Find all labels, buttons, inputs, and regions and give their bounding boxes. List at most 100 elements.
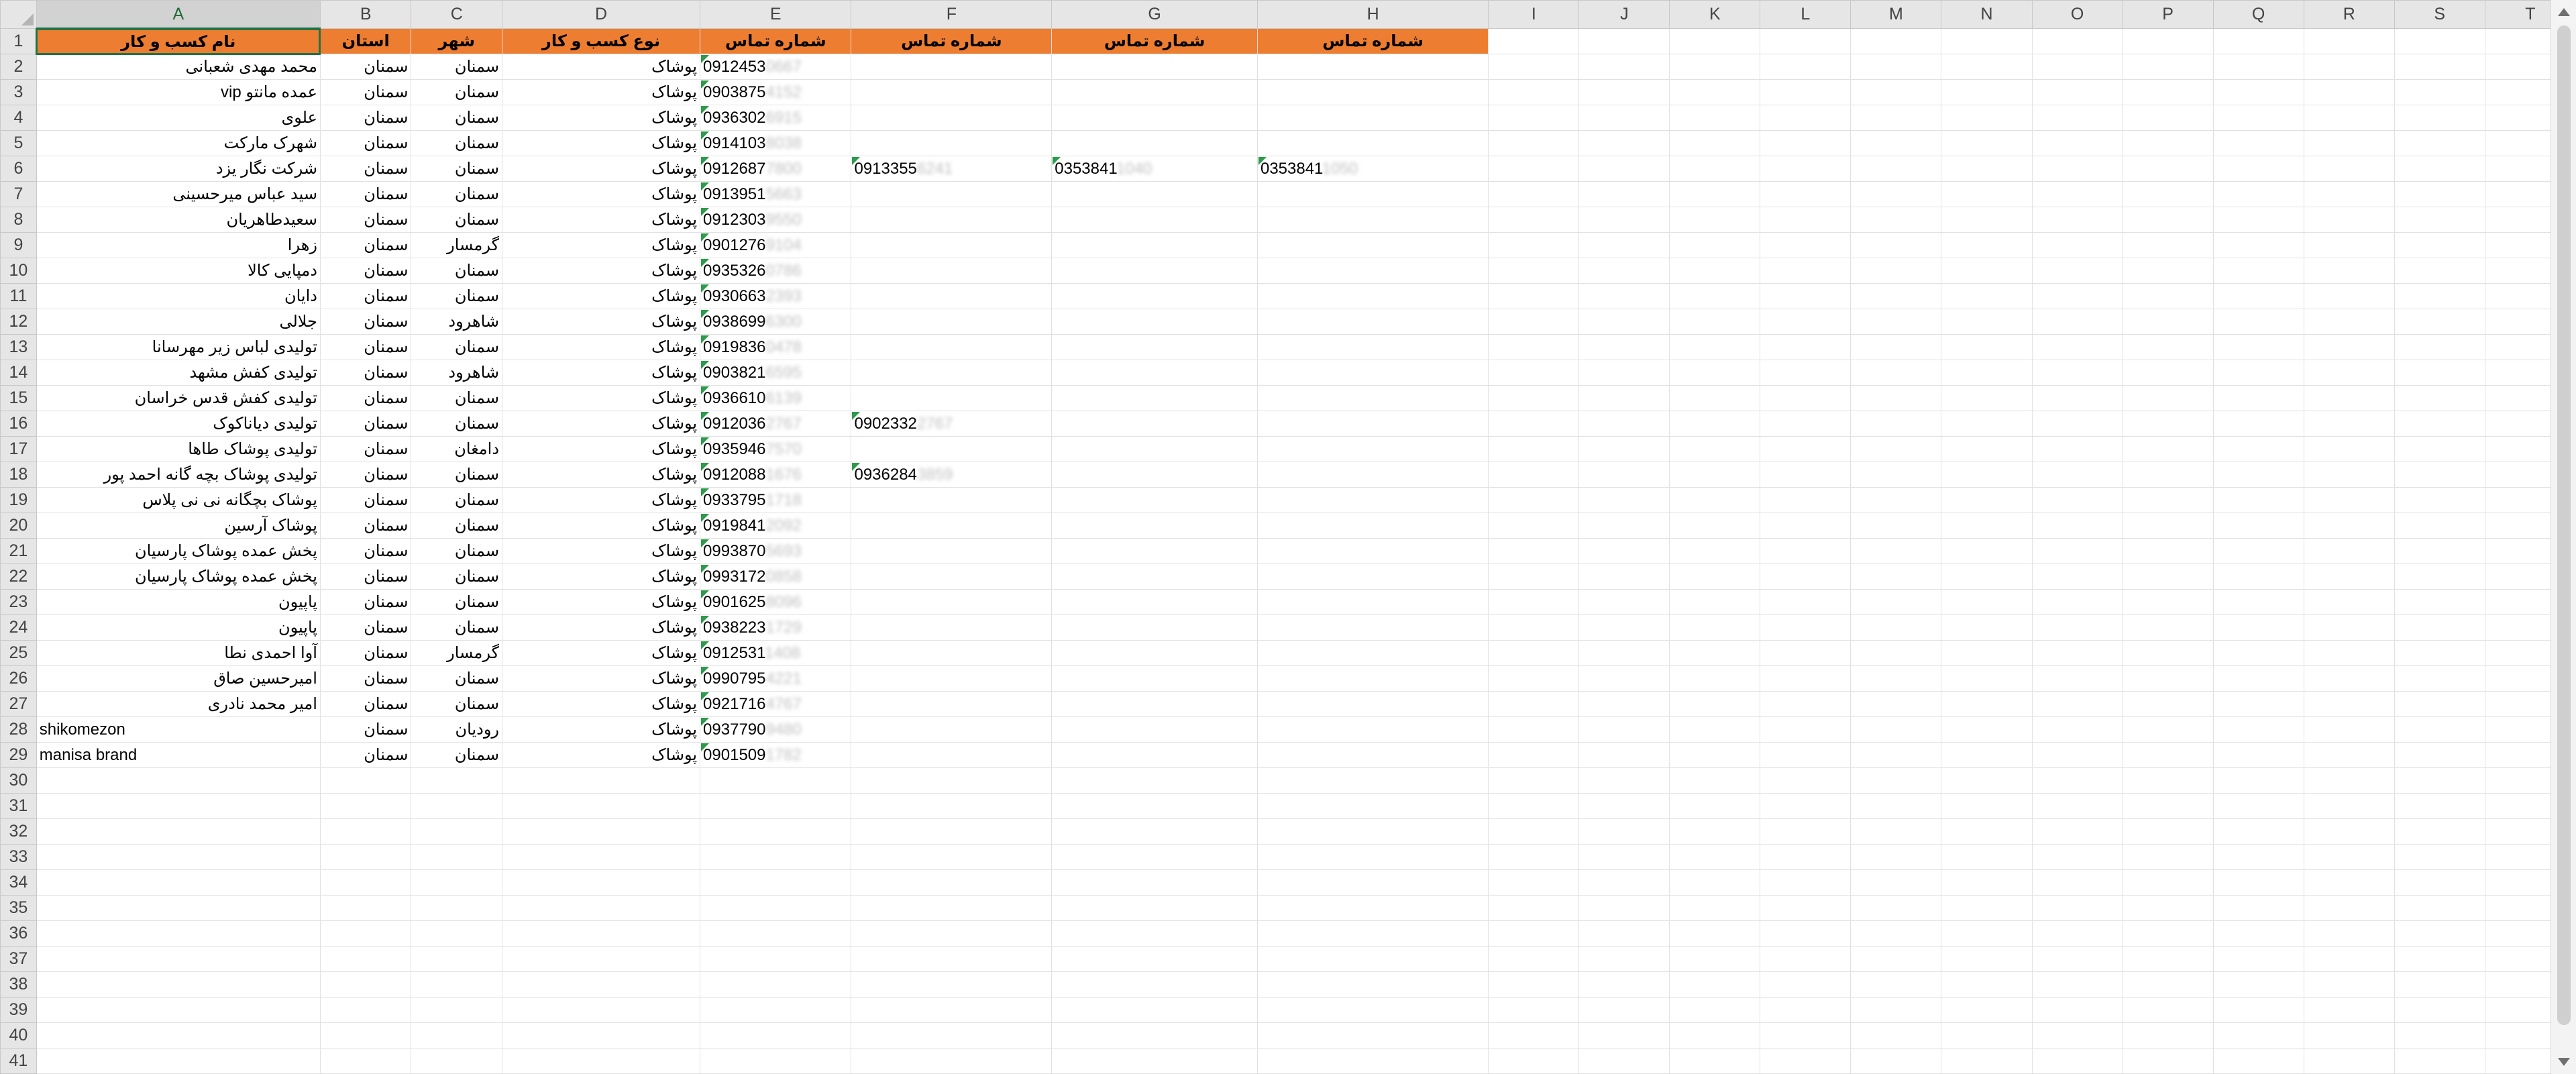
cell-r21[interactable]	[2303, 538, 2395, 564]
cell-o6[interactable]	[2031, 156, 2123, 182]
cell-m32[interactable]	[1850, 818, 1942, 845]
cell-g3[interactable]	[1051, 79, 1258, 105]
cell-a9[interactable]: زهرا	[36, 232, 321, 258]
cell-m15[interactable]	[1850, 385, 1942, 411]
cell-a6[interactable]: شرکت نگار یزد	[36, 156, 321, 182]
cell-l3[interactable]	[1760, 79, 1851, 105]
cell-q21[interactable]	[2212, 538, 2304, 564]
cell-k22[interactable]	[1669, 563, 1761, 590]
cell-s41[interactable]	[2394, 1048, 2485, 1074]
cell-j26[interactable]	[1578, 665, 1670, 692]
cell-d21[interactable]: پوشاک	[502, 538, 701, 564]
cell-d25[interactable]: پوشاک	[502, 640, 701, 666]
cell-h13[interactable]	[1256, 334, 1489, 360]
cell-i36[interactable]	[1488, 920, 1580, 947]
cell-o25[interactable]	[2031, 640, 2123, 666]
cell-i25[interactable]	[1488, 640, 1580, 666]
cell-c37[interactable]	[411, 946, 503, 972]
cell-g27[interactable]	[1051, 691, 1258, 717]
cell-i9[interactable]	[1488, 232, 1580, 258]
cell-c39[interactable]	[411, 997, 503, 1023]
cell-l11[interactable]	[1760, 283, 1851, 309]
cell-o28[interactable]	[2031, 716, 2123, 743]
cell-o34[interactable]	[2031, 869, 2123, 896]
cell-r23[interactable]	[2303, 589, 2395, 615]
cell-h39[interactable]	[1256, 997, 1489, 1023]
cell-e14[interactable]: 09038216595	[700, 360, 852, 386]
row-header[interactable]: 21	[0, 538, 37, 564]
cell-s7[interactable]	[2394, 181, 2485, 207]
cell-l29[interactable]	[1760, 742, 1851, 768]
cell-l27[interactable]	[1760, 691, 1851, 717]
cell-q14[interactable]	[2212, 360, 2304, 386]
cell-q16[interactable]	[2212, 411, 2304, 437]
cell-s2[interactable]	[2394, 54, 2485, 80]
cell-n36[interactable]	[1941, 920, 2033, 947]
cell-o36[interactable]	[2031, 920, 2123, 947]
cell-i29[interactable]	[1488, 742, 1580, 768]
cell-h33[interactable]	[1256, 844, 1489, 870]
cell-l22[interactable]	[1760, 563, 1851, 590]
cell-k3[interactable]	[1669, 79, 1761, 105]
cell-i30[interactable]	[1488, 767, 1580, 794]
cell-n29[interactable]	[1941, 742, 2033, 768]
cell-b34[interactable]	[319, 869, 412, 896]
cell-j32[interactable]	[1578, 818, 1670, 845]
cell-b20[interactable]: سمنان	[319, 513, 412, 539]
cell-f16[interactable]: 09023322767	[851, 411, 1053, 437]
cell-r37[interactable]	[2303, 946, 2395, 972]
cell-l12[interactable]	[1760, 309, 1851, 335]
cell-h28[interactable]	[1256, 716, 1489, 743]
cell-l36[interactable]	[1760, 920, 1851, 947]
cell-s24[interactable]	[2394, 614, 2485, 641]
cell-i16[interactable]	[1488, 411, 1580, 437]
cell-a32[interactable]	[36, 818, 321, 845]
cell-f21[interactable]	[851, 538, 1053, 564]
cell-k24[interactable]	[1669, 614, 1761, 641]
cell-i2[interactable]	[1488, 54, 1580, 80]
cell-j40[interactable]	[1578, 1022, 1670, 1049]
cell-e29[interactable]: 09015091782	[700, 742, 852, 768]
cell-b29[interactable]: سمنان	[319, 742, 412, 768]
cell-a39[interactable]	[36, 997, 321, 1023]
cell-e21[interactable]: 09938705693	[700, 538, 852, 564]
cell-k1[interactable]	[1669, 28, 1761, 54]
cell-b32[interactable]	[319, 818, 412, 845]
row-header[interactable]: 30	[0, 767, 37, 794]
cell-q17[interactable]	[2212, 436, 2304, 462]
cell-h12[interactable]	[1256, 309, 1489, 335]
row-header[interactable]: 10	[0, 258, 37, 284]
cell-s25[interactable]	[2394, 640, 2485, 666]
cell-g26[interactable]	[1051, 665, 1258, 692]
cell-l9[interactable]	[1760, 232, 1851, 258]
cell-j12[interactable]	[1578, 309, 1670, 335]
cell-s29[interactable]	[2394, 742, 2485, 768]
cell-d10[interactable]: پوشاک	[502, 258, 701, 284]
cell-k12[interactable]	[1669, 309, 1761, 335]
cell-p7[interactable]	[2122, 181, 2214, 207]
row-header[interactable]: 26	[0, 665, 37, 692]
cell-q25[interactable]	[2212, 640, 2304, 666]
cell-p19[interactable]	[2122, 487, 2214, 513]
cell-n39[interactable]	[1941, 997, 2033, 1023]
cell-s38[interactable]	[2394, 971, 2485, 998]
row-header[interactable]: 16	[0, 411, 37, 437]
cell-o15[interactable]	[2031, 385, 2123, 411]
cell-e3[interactable]: 09038754152	[700, 79, 852, 105]
cell-s14[interactable]	[2394, 360, 2485, 386]
cell-j17[interactable]	[1578, 436, 1670, 462]
cell-l1[interactable]	[1760, 28, 1851, 54]
cell-c23[interactable]: سمنان	[411, 589, 503, 615]
cell-r14[interactable]	[2303, 360, 2395, 386]
cell-h19[interactable]	[1256, 487, 1489, 513]
cell-j18[interactable]	[1578, 462, 1670, 488]
cell-r39[interactable]	[2303, 997, 2395, 1023]
cell-s33[interactable]	[2394, 844, 2485, 870]
cell-l14[interactable]	[1760, 360, 1851, 386]
cell-c2[interactable]: سمنان	[411, 54, 503, 80]
cell-j22[interactable]	[1578, 563, 1670, 590]
cell-g15[interactable]	[1051, 385, 1258, 411]
cell-h38[interactable]	[1256, 971, 1489, 998]
row-header[interactable]: 37	[0, 946, 37, 972]
cell-o10[interactable]	[2031, 258, 2123, 284]
